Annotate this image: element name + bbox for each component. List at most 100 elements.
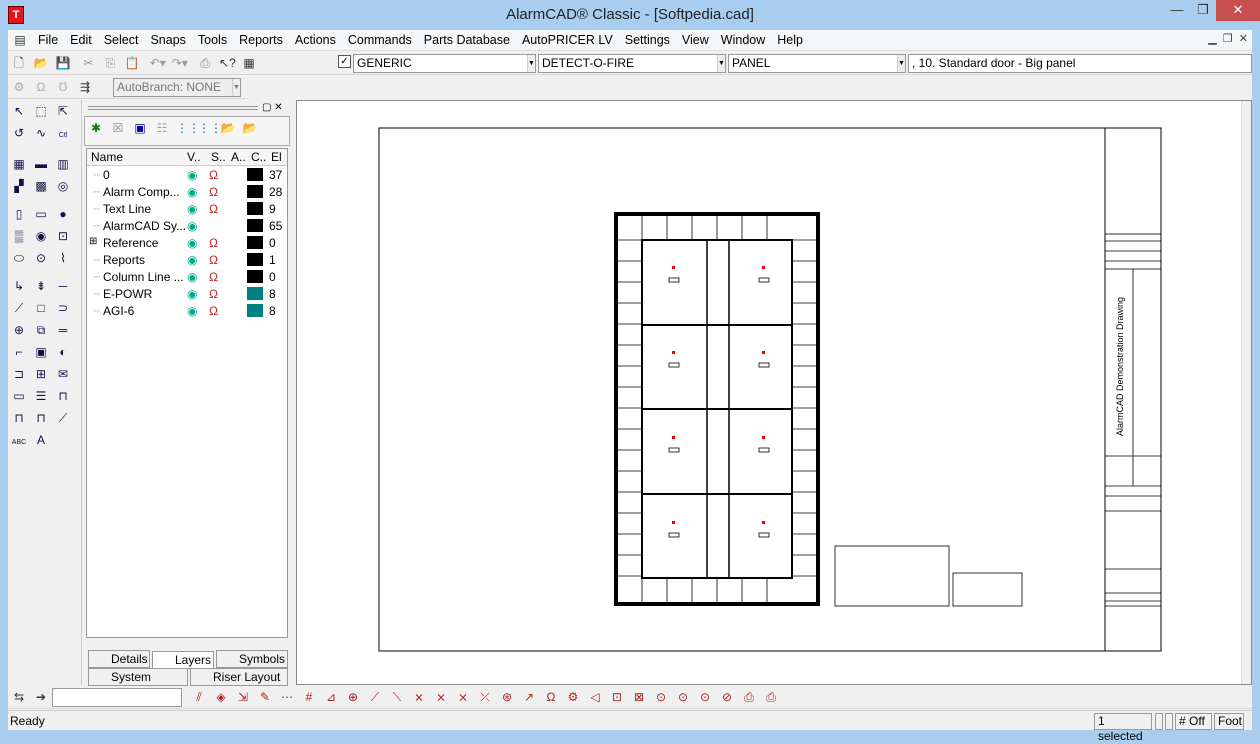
arrow-icon[interactable]: ➔ bbox=[33, 689, 49, 705]
eye-icon[interactable]: ◉ bbox=[187, 202, 197, 216]
menu-settings[interactable]: Settings bbox=[619, 30, 676, 50]
palette-tool-icon[interactable]: ⇟ bbox=[32, 277, 50, 295]
eye-icon[interactable]: ◉ bbox=[187, 270, 197, 284]
palette-tool-icon[interactable]: ▯ bbox=[10, 205, 28, 223]
magnet-icon[interactable]: Ω bbox=[209, 253, 218, 267]
layer-row[interactable]: ┈ AlarmCAD Sy... ◉ 65 bbox=[87, 217, 287, 234]
column-header[interactable]: S.. bbox=[211, 150, 226, 164]
layer-row[interactable]: ⊞ Reference ◉ Ω 0 bbox=[87, 234, 287, 251]
menu-view[interactable]: View bbox=[676, 30, 715, 50]
undo-icon[interactable]: ↶▾ bbox=[150, 55, 166, 71]
palette-tool-icon[interactable]: ◉ bbox=[32, 227, 50, 245]
magnet-icon[interactable]: Ω bbox=[209, 304, 218, 318]
tab-riser-layout[interactable]: Riser Layout bbox=[190, 668, 288, 686]
palette-tool-icon[interactable]: ▭ bbox=[32, 205, 50, 223]
delete-layer-icon[interactable]: ☒ bbox=[110, 120, 126, 136]
tab-details[interactable]: Details bbox=[88, 650, 150, 668]
new-icon[interactable]: 🗋 bbox=[11, 55, 27, 71]
disconnect-icon[interactable]: Ʊ bbox=[55, 79, 71, 95]
tab-symbols[interactable]: Symbols bbox=[216, 650, 288, 668]
palette-tool-icon[interactable]: Ctl bbox=[54, 127, 72, 145]
tab-system-layout[interactable]: System Layout bbox=[88, 668, 188, 698]
connect-icon[interactable]: Ω bbox=[33, 79, 49, 95]
snap-tool-icon[interactable]: ⎙ bbox=[763, 689, 779, 705]
drawing-canvas[interactable]: AlarmCAD Demonstration Drawing bbox=[296, 100, 1252, 685]
color-swatch[interactable] bbox=[247, 202, 263, 215]
copy-icon[interactable]: ⎘ bbox=[102, 55, 118, 71]
cut-icon[interactable]: ✂ bbox=[80, 55, 96, 71]
palette-tool-icon[interactable]: ✉ bbox=[54, 365, 72, 383]
new-layer-icon[interactable]: ✱ bbox=[88, 120, 104, 136]
palette-tool-icon[interactable]: ⊃ bbox=[54, 299, 72, 317]
palette-tool-icon[interactable]: ● bbox=[54, 205, 72, 223]
palette-tool-icon[interactable]: ∿ bbox=[32, 124, 50, 142]
snap-tool-icon[interactable]: ↗ bbox=[521, 689, 537, 705]
layer-props-icon[interactable]: ☷ bbox=[154, 120, 170, 136]
layer-row[interactable]: ┈ Column Line ... ◉ Ω 0 bbox=[87, 268, 287, 285]
eye-icon[interactable]: ◉ bbox=[187, 219, 197, 233]
manufacturer-combo[interactable]: GENERIC ▼ bbox=[353, 54, 536, 73]
layers-window-icon[interactable]: ▦ bbox=[241, 55, 257, 71]
save-icon[interactable]: 💾 bbox=[55, 55, 71, 71]
menu-tools[interactable]: Tools bbox=[192, 30, 233, 50]
menu-file[interactable]: File bbox=[32, 30, 64, 50]
palette-tool-icon[interactable]: ⟋ bbox=[54, 409, 72, 427]
edit-layer-icon[interactable]: ▣ bbox=[132, 120, 148, 136]
menu-select[interactable]: Select bbox=[98, 30, 145, 50]
menu-edit[interactable]: Edit bbox=[64, 30, 98, 50]
layer-row[interactable]: ┈ AGI-6 ◉ Ω 8 bbox=[87, 302, 287, 319]
open-icon[interactable]: 📂 bbox=[33, 55, 49, 71]
palette-tool-icon[interactable]: ⬚ bbox=[32, 102, 50, 120]
import-icon[interactable]: 📂 bbox=[220, 120, 236, 136]
panel-float-close[interactable]: ▢ ✕ bbox=[262, 102, 283, 113]
palette-tool-icon[interactable]: ─ bbox=[54, 277, 72, 295]
units-status[interactable]: Foot bbox=[1214, 713, 1244, 730]
maximize-button[interactable]: ❐ bbox=[1190, 0, 1216, 21]
layer-row[interactable]: ┈ 0 ◉ Ω 37 bbox=[87, 166, 287, 183]
menu-commands[interactable]: Commands bbox=[342, 30, 418, 50]
snap-tool-icon[interactable]: ⊠ bbox=[631, 689, 647, 705]
magnet-icon[interactable]: Ω bbox=[209, 270, 218, 284]
palette-tool-icon[interactable]: ⊞ bbox=[32, 365, 50, 383]
command-input[interactable] bbox=[52, 688, 182, 707]
palette-tool-icon[interactable]: ⊡ bbox=[54, 227, 72, 245]
grid-status[interactable]: # Off bbox=[1175, 713, 1212, 730]
snap-tool-icon[interactable]: ◁ bbox=[587, 689, 603, 705]
palette-tool-icon[interactable]: ⊓ bbox=[32, 409, 50, 427]
document-icon[interactable]: ▤ bbox=[12, 32, 28, 48]
color-swatch[interactable] bbox=[247, 185, 263, 198]
palette-tool-icon[interactable]: ⌐ bbox=[10, 343, 28, 361]
snap-tool-icon[interactable]: Ω bbox=[543, 689, 559, 705]
snap-tool-icon[interactable]: ⟍ bbox=[389, 689, 405, 705]
column-header[interactable]: C.. bbox=[251, 150, 266, 164]
menu-actions[interactable]: Actions bbox=[289, 30, 342, 50]
magnet-icon[interactable]: Ω bbox=[209, 236, 218, 250]
layer-list[interactable]: Name V.. S.. A.. C.. El ┈ 0 ◉ Ω 37 ┈ Alarm Comp... ◉… bbox=[86, 148, 288, 638]
close-button[interactable]: ✕ bbox=[1216, 0, 1260, 21]
menu-snaps[interactable]: Snaps bbox=[144, 30, 191, 50]
palette-tool-icon[interactable]: ⧉ bbox=[32, 321, 50, 339]
palette-tool-icon[interactable]: ⊓ bbox=[10, 409, 28, 427]
menu-autopricer-lv[interactable]: AutoPRICER LV bbox=[516, 30, 619, 50]
layer-row[interactable]: ┈ E-POWR ◉ Ω 8 bbox=[87, 285, 287, 302]
palette-tool-icon[interactable]: ⊕ bbox=[10, 321, 28, 339]
magnet-icon[interactable]: Ω bbox=[209, 287, 218, 301]
snap-tool-icon[interactable]: ⎙ bbox=[741, 689, 757, 705]
coordinate-icon[interactable]: ⇆ bbox=[11, 689, 27, 705]
palette-tool-icon[interactable]: ▭ bbox=[10, 387, 28, 405]
tree-icon[interactable]: ⋮⋮ bbox=[198, 120, 222, 136]
palette-tool-icon[interactable]: ☰ bbox=[32, 387, 50, 405]
magnet-icon[interactable]: Ω bbox=[209, 185, 218, 199]
palette-tool-icon[interactable]: ▣ bbox=[32, 343, 50, 361]
menu-reports[interactable]: Reports bbox=[233, 30, 289, 50]
properties-icon[interactable]: ⚙ bbox=[11, 79, 27, 95]
palette-tool-icon[interactable]: □ bbox=[32, 299, 50, 317]
layer-row[interactable]: ┈ Reports ◉ Ω 1 bbox=[87, 251, 287, 268]
snap-tool-icon[interactable]: ⤫ bbox=[477, 689, 493, 705]
snap-tool-icon[interactable]: # bbox=[301, 689, 317, 705]
layer-row[interactable]: ┈ Text Line ◉ Ω 9 bbox=[87, 200, 287, 217]
color-swatch[interactable] bbox=[247, 304, 263, 317]
snap-tool-icon[interactable]: ⋯ bbox=[279, 689, 295, 705]
chevron-down-icon[interactable]: ▼ bbox=[897, 55, 905, 72]
layer-row[interactable]: ┈ Alarm Comp... ◉ Ω 28 bbox=[87, 183, 287, 200]
